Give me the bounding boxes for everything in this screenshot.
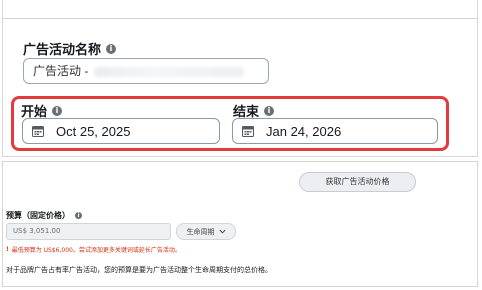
get-campaign-price-button[interactable]: 获取广告活动价格 bbox=[299, 172, 416, 192]
budget-input[interactable]: US$ 3,051.00 bbox=[6, 223, 171, 240]
end-date-input[interactable]: Jan 24, 2026 bbox=[232, 118, 438, 144]
budget-warning: ! 最低预算为 US$6,000。尝试添加更多关键词或延长广告活动。 bbox=[6, 245, 181, 254]
budget-period-value: 生命周期 bbox=[186, 227, 215, 236]
redacted-text bbox=[94, 66, 245, 77]
start-date-value: Oct 25, 2025 bbox=[56, 123, 131, 139]
campaign-name-value: 广告活动 - bbox=[33, 64, 89, 78]
warning-icon: ! bbox=[6, 246, 9, 253]
info-icon[interactable]: i bbox=[52, 105, 63, 116]
calendar-icon bbox=[32, 126, 44, 137]
panel-divider bbox=[3, 18, 477, 19]
budget-label-row: 预算（固定价格） i bbox=[6, 210, 82, 221]
budget-period-dropdown[interactable]: 生命周期 bbox=[176, 223, 236, 240]
campaign-name-label-row: 广告活动名称 i bbox=[23, 39, 117, 58]
info-icon[interactable]: i bbox=[106, 43, 117, 54]
campaign-name-input[interactable]: 广告活动 - bbox=[23, 58, 269, 84]
budget-warning-text: 最低预算为 US$6,000。尝试添加更多关键词或延长广告活动。 bbox=[11, 247, 181, 254]
start-date-input[interactable]: Oct 25, 2025 bbox=[22, 118, 220, 144]
chevron-down-icon bbox=[218, 229, 226, 234]
campaign-name-label: 广告活动名称 bbox=[23, 42, 102, 57]
budget-label: 预算（固定价格） bbox=[6, 211, 70, 220]
info-icon[interactable]: i bbox=[264, 105, 275, 116]
budget-helper-text: 对于品牌广告占有率广告活动，您的预算是要为广告活动整个生命周期支付的总价格。 bbox=[6, 266, 272, 274]
end-date-value: Jan 24, 2026 bbox=[266, 123, 342, 139]
calendar-icon bbox=[242, 126, 254, 137]
info-icon[interactable]: i bbox=[75, 212, 82, 219]
